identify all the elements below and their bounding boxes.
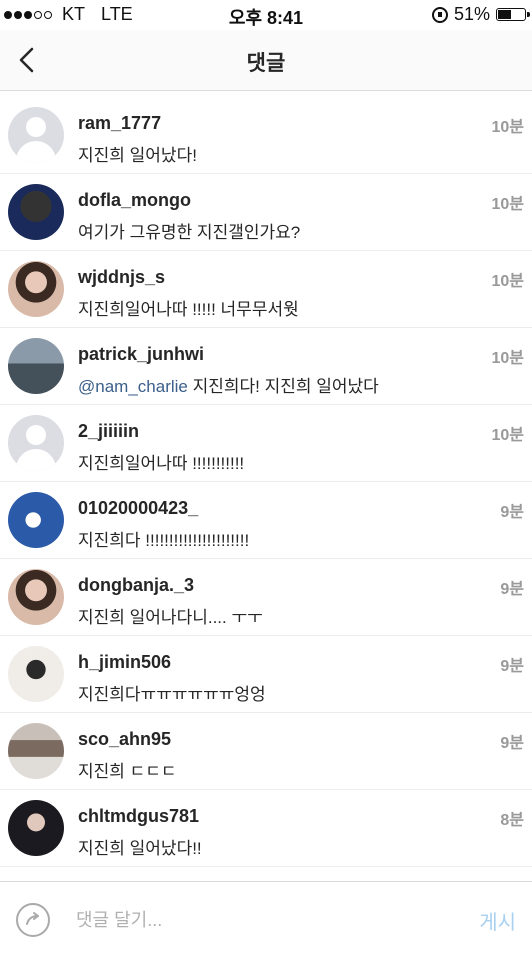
default-avatar-icon[interactable] bbox=[8, 415, 64, 471]
comment-text: @nam_charlie 지진희다! 지진희 일어났다 bbox=[78, 372, 379, 397]
comment-timestamp: 9분 bbox=[500, 581, 524, 598]
comment-text: 지진희일어나따 !!!!!!!!!!! bbox=[78, 449, 244, 474]
comment-row[interactable]: patrick_junhwi @nam_charlie 지진희다! 지진희 일어났… bbox=[0, 328, 532, 405]
comment-timestamp: 9분 bbox=[500, 735, 524, 752]
comment-username[interactable]: patrick_junhwi bbox=[78, 344, 204, 365]
comment-body: 지진희다 !!!!!!!!!!!!!!!!!!!!!! bbox=[78, 531, 250, 550]
comment-text: 지진희 일어났다!! bbox=[78, 834, 202, 859]
comment-row[interactable]: ram_1777 지진희 일어났다! 10분 bbox=[0, 97, 532, 174]
comment-body: 지진희일어나따 !!!!! 너무무서웟 bbox=[78, 300, 299, 319]
comment-username[interactable]: 01020000423_ bbox=[78, 498, 198, 519]
mention-link[interactable]: @nam_charlie bbox=[78, 377, 188, 396]
comment-text: 지진희 ㄷㄷㄷ bbox=[78, 757, 177, 782]
battery-percent: 51% bbox=[453, 4, 490, 24]
post-button[interactable]: 게시 bbox=[479, 906, 516, 935]
comment-body: 여기가 그유명한 지진갤인가요? bbox=[78, 223, 301, 242]
comment-username[interactable]: h_jimin506 bbox=[78, 652, 171, 673]
comment-text: 지진희 일어났다! bbox=[78, 141, 197, 166]
comment-username[interactable]: ram_1777 bbox=[78, 113, 161, 134]
comment-username[interactable]: wjddnjs_s bbox=[78, 267, 165, 288]
comment-composer: 게시 bbox=[0, 881, 532, 958]
comment-username[interactable]: 2_jiiiiin bbox=[78, 421, 139, 442]
comment-text: 지진희일어나따 !!!!! 너무무서웟 bbox=[78, 295, 299, 320]
comment-text: 지진희다ㅠㅠㅠㅠㅠㅠ엉엉 bbox=[78, 680, 266, 705]
comment-row[interactable]: dofla_mongo 여기가 그유명한 지진갤인가요? 10분 bbox=[0, 174, 532, 251]
user-avatar[interactable] bbox=[8, 338, 64, 394]
user-avatar[interactable] bbox=[8, 723, 64, 779]
comment-row[interactable]: h_jimin506 지진희다ㅠㅠㅠㅠㅠㅠ엉엉 9분 bbox=[0, 636, 532, 713]
reply-icon[interactable] bbox=[16, 903, 50, 937]
comment-timestamp: 10분 bbox=[491, 119, 524, 136]
comment-row[interactable]: sco_ahn95 지진희 ㄷㄷㄷ 9분 bbox=[0, 713, 532, 790]
status-right: 51% bbox=[431, 4, 530, 25]
user-avatar[interactable] bbox=[8, 261, 64, 317]
comment-body: 지진희 ㄷㄷㄷ bbox=[78, 762, 177, 781]
comment-body: 지진희일어나따 !!!!!!!!!!! bbox=[78, 454, 245, 473]
user-avatar[interactable] bbox=[8, 569, 64, 625]
comment-timestamp: 9분 bbox=[500, 504, 524, 521]
comment-timestamp: 10분 bbox=[491, 196, 524, 213]
battery-icon bbox=[496, 8, 530, 21]
user-avatar[interactable] bbox=[8, 184, 64, 240]
comment-row[interactable]: dongbanja._3 지진희 일어나다니.... ㅜㅜ 9분 bbox=[0, 559, 532, 636]
comment-input[interactable] bbox=[76, 904, 456, 936]
comment-body: 지진희다ㅠㅠㅠㅠㅠㅠ엉엉 bbox=[78, 685, 266, 704]
comment-body: 지진희 일어났다!! bbox=[78, 839, 202, 858]
comment-username[interactable]: chltmdgus781 bbox=[78, 806, 199, 827]
comment-row[interactable]: wjddnjs_s 지진희일어나따 !!!!! 너무무서웟 10분 bbox=[0, 251, 532, 328]
comment-timestamp: 9분 bbox=[500, 658, 524, 675]
comment-timestamp: 10분 bbox=[491, 350, 524, 367]
comment-row[interactable]: chltmdgus781 지진희 일어났다!! 8분 bbox=[0, 790, 532, 867]
comment-timestamp: 10분 bbox=[491, 273, 524, 290]
orientation-lock-icon bbox=[431, 6, 448, 23]
comment-text: 지진희 일어나다니.... ㅜㅜ bbox=[78, 603, 263, 628]
comment-body: 지진희 일어나다니.... ㅜㅜ bbox=[78, 608, 263, 627]
user-avatar[interactable] bbox=[8, 492, 64, 548]
comment-body: 지진희다! 지진희 일어났다 bbox=[187, 377, 379, 396]
default-avatar-icon[interactable] bbox=[8, 107, 64, 163]
comment-row[interactable]: 01020000423_ 지진희다 !!!!!!!!!!!!!!!!!!!!!! 9… bbox=[0, 482, 532, 559]
comment-text: 지진희다 !!!!!!!!!!!!!!!!!!!!!! bbox=[78, 526, 249, 551]
comment-body: 지진희 일어났다! bbox=[78, 146, 197, 165]
user-avatar[interactable] bbox=[8, 646, 64, 702]
comment-username[interactable]: dongbanja._3 bbox=[78, 575, 194, 596]
comment-timestamp: 8분 bbox=[500, 812, 524, 829]
nav-header: 댓글 bbox=[0, 30, 532, 91]
comment-username[interactable]: dofla_mongo bbox=[78, 190, 191, 211]
comment-row[interactable]: 2_jiiiiin 지진희일어나따 !!!!!!!!!!! 10분 bbox=[0, 405, 532, 482]
user-avatar[interactable] bbox=[8, 800, 64, 856]
comment-timestamp: 10분 bbox=[491, 427, 524, 444]
comment-username[interactable]: sco_ahn95 bbox=[78, 729, 171, 750]
comments-list[interactable]: ram_1777 지진희 일어났다! 10분 dofla_mongo 여기가 그유명한 … bbox=[0, 97, 532, 881]
status-bar: KT LTE 오후 8:41 51% bbox=[0, 0, 532, 30]
page-title: 댓글 bbox=[246, 52, 286, 75]
comment-text: 여기가 그유명한 지진갤인가요? bbox=[78, 218, 300, 243]
